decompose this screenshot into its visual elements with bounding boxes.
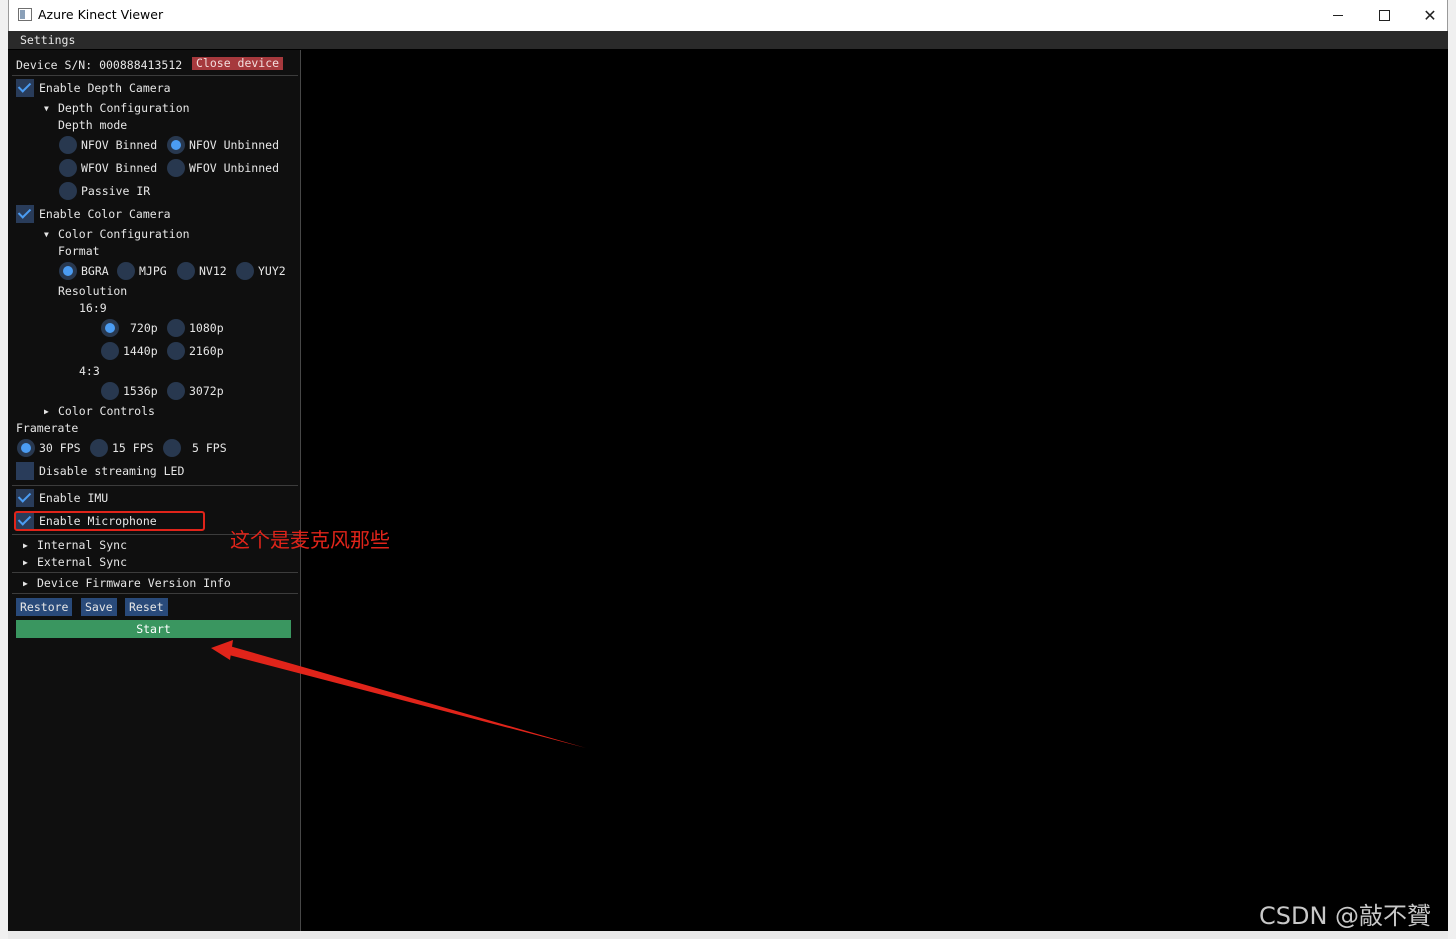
- arrow-head: [211, 640, 233, 660]
- arrow-shaft: [226, 645, 586, 748]
- watermark: CSDN @敲不贇: [1259, 902, 1432, 930]
- window-bottom-edge: [8, 931, 1448, 939]
- annotation-arrow: [211, 640, 586, 748]
